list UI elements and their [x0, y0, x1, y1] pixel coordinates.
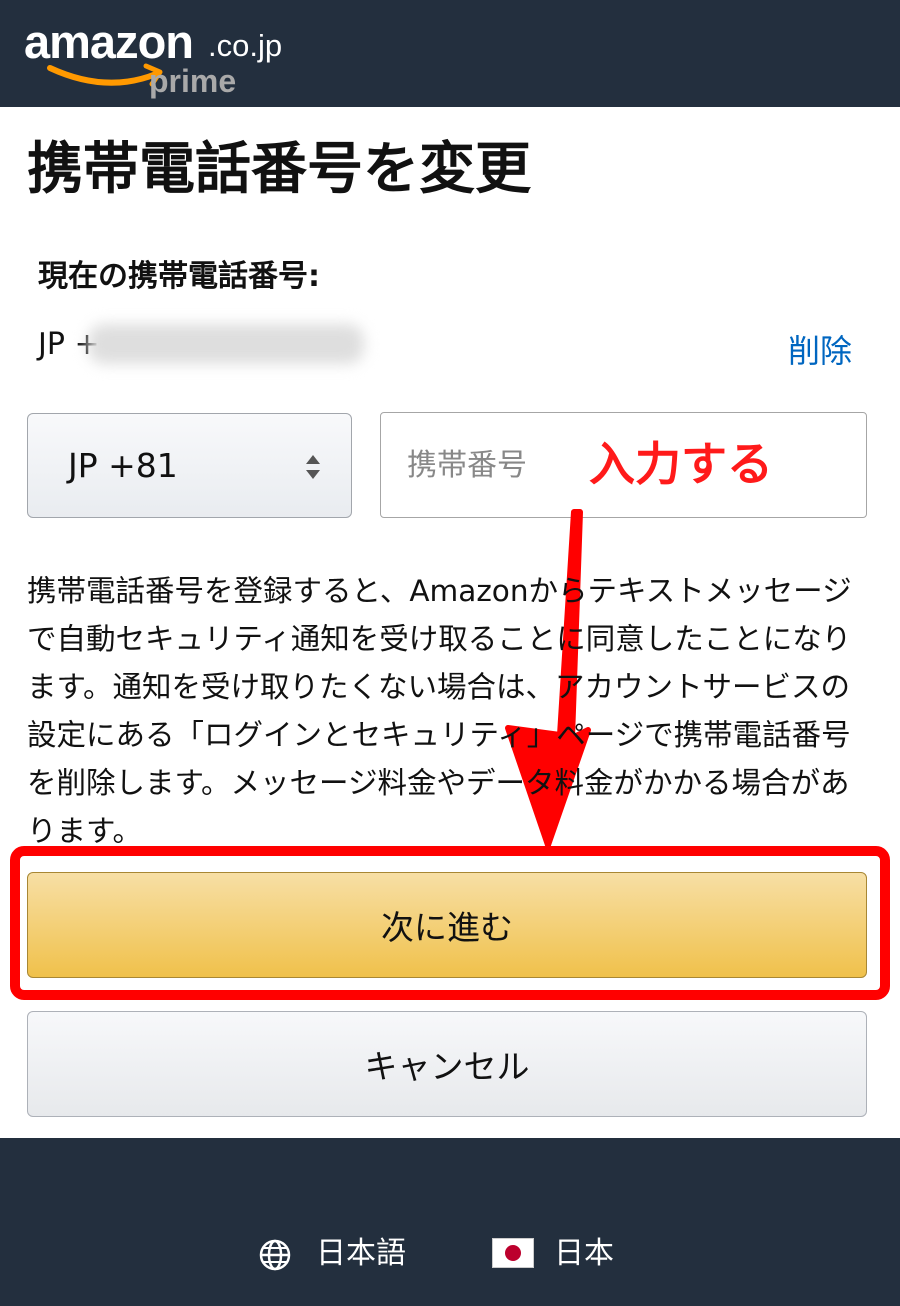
- logo-domain: .co.jp: [208, 28, 283, 63]
- country-code-value: JP +81: [68, 446, 178, 485]
- header-bar: amazon .co.jp prime: [0, 0, 900, 107]
- footer: 日本語 日本: [0, 1138, 900, 1306]
- delete-link[interactable]: 削除: [788, 326, 852, 376]
- updown-chevron-icon: [306, 455, 320, 479]
- redacted-number-blur: [88, 324, 364, 364]
- globe-icon: [259, 1239, 291, 1271]
- amazon-prime-logo[interactable]: amazon .co.jp prime: [24, 14, 314, 104]
- language-label: 日本語: [316, 1236, 406, 1271]
- page-title: 携帯電話番号を変更: [27, 137, 531, 202]
- consent-notice: 携帯電話番号を登録すると、Amazonからテキストメッセージで自動セキュリティ通…: [27, 574, 852, 848]
- current-number-label: 現在の携帯電話番号:: [38, 259, 320, 294]
- logo-prime: prime: [149, 63, 237, 99]
- cancel-button[interactable]: キャンセル: [27, 1011, 867, 1117]
- continue-button[interactable]: 次に進む: [27, 872, 867, 978]
- annotation-label: 入力する: [589, 437, 773, 491]
- country-code-select[interactable]: JP +81: [27, 413, 352, 518]
- japan-flag-icon: [492, 1238, 534, 1268]
- country-label: 日本: [554, 1236, 614, 1271]
